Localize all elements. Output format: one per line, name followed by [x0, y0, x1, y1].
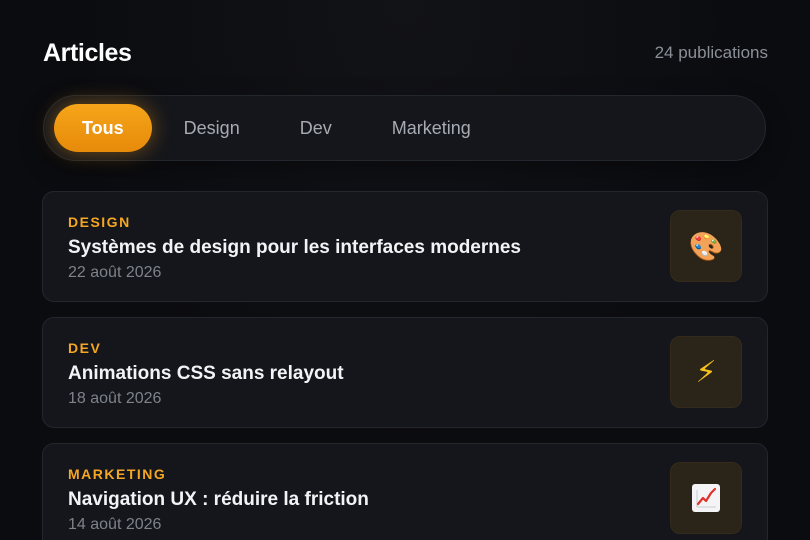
tab-design[interactable]: Design	[156, 104, 268, 152]
publication-count: 24 publications	[654, 43, 768, 62]
palette-icon: 🎨	[670, 210, 742, 282]
article-title: Systèmes de design pour les interfaces m…	[68, 237, 522, 258]
articles-page: Articles 24 publications Tous Design Dev…	[0, 0, 810, 540]
page-header: Articles 24 publications	[43, 36, 768, 70]
tab-marketing[interactable]: Marketing	[364, 104, 499, 152]
lightning-glyph: ⚡	[695, 354, 717, 390]
palette-glyph: 🎨	[688, 229, 724, 263]
article-date: 22 août 2026	[68, 264, 162, 281]
chart-up-icon	[670, 462, 742, 534]
article-card-design[interactable]: DESIGN Systèmes de design pour les inter…	[42, 191, 768, 302]
chart-up-graphic	[692, 484, 720, 512]
article-card-marketing[interactable]: MARKETING Navigation UX : réduire la fri…	[42, 443, 768, 540]
category-filter-bar: Tous Design Dev Marketing	[43, 95, 766, 161]
lightning-icon: ⚡	[670, 336, 742, 408]
article-date: 14 août 2026	[68, 516, 162, 533]
article-card-dev[interactable]: DEV Animations CSS sans relayout 18 août…	[42, 317, 768, 428]
article-title: Navigation UX : réduire la friction	[68, 489, 369, 510]
article-date: 18 août 2026	[68, 390, 162, 407]
tab-dev[interactable]: Dev	[272, 104, 360, 152]
article-category: DEV	[68, 340, 102, 356]
article-category: MARKETING	[68, 466, 167, 482]
page-title: Articles	[43, 38, 132, 67]
article-title: Animations CSS sans relayout	[68, 363, 344, 384]
article-category: DESIGN	[68, 214, 131, 230]
tab-all[interactable]: Tous	[54, 104, 152, 152]
